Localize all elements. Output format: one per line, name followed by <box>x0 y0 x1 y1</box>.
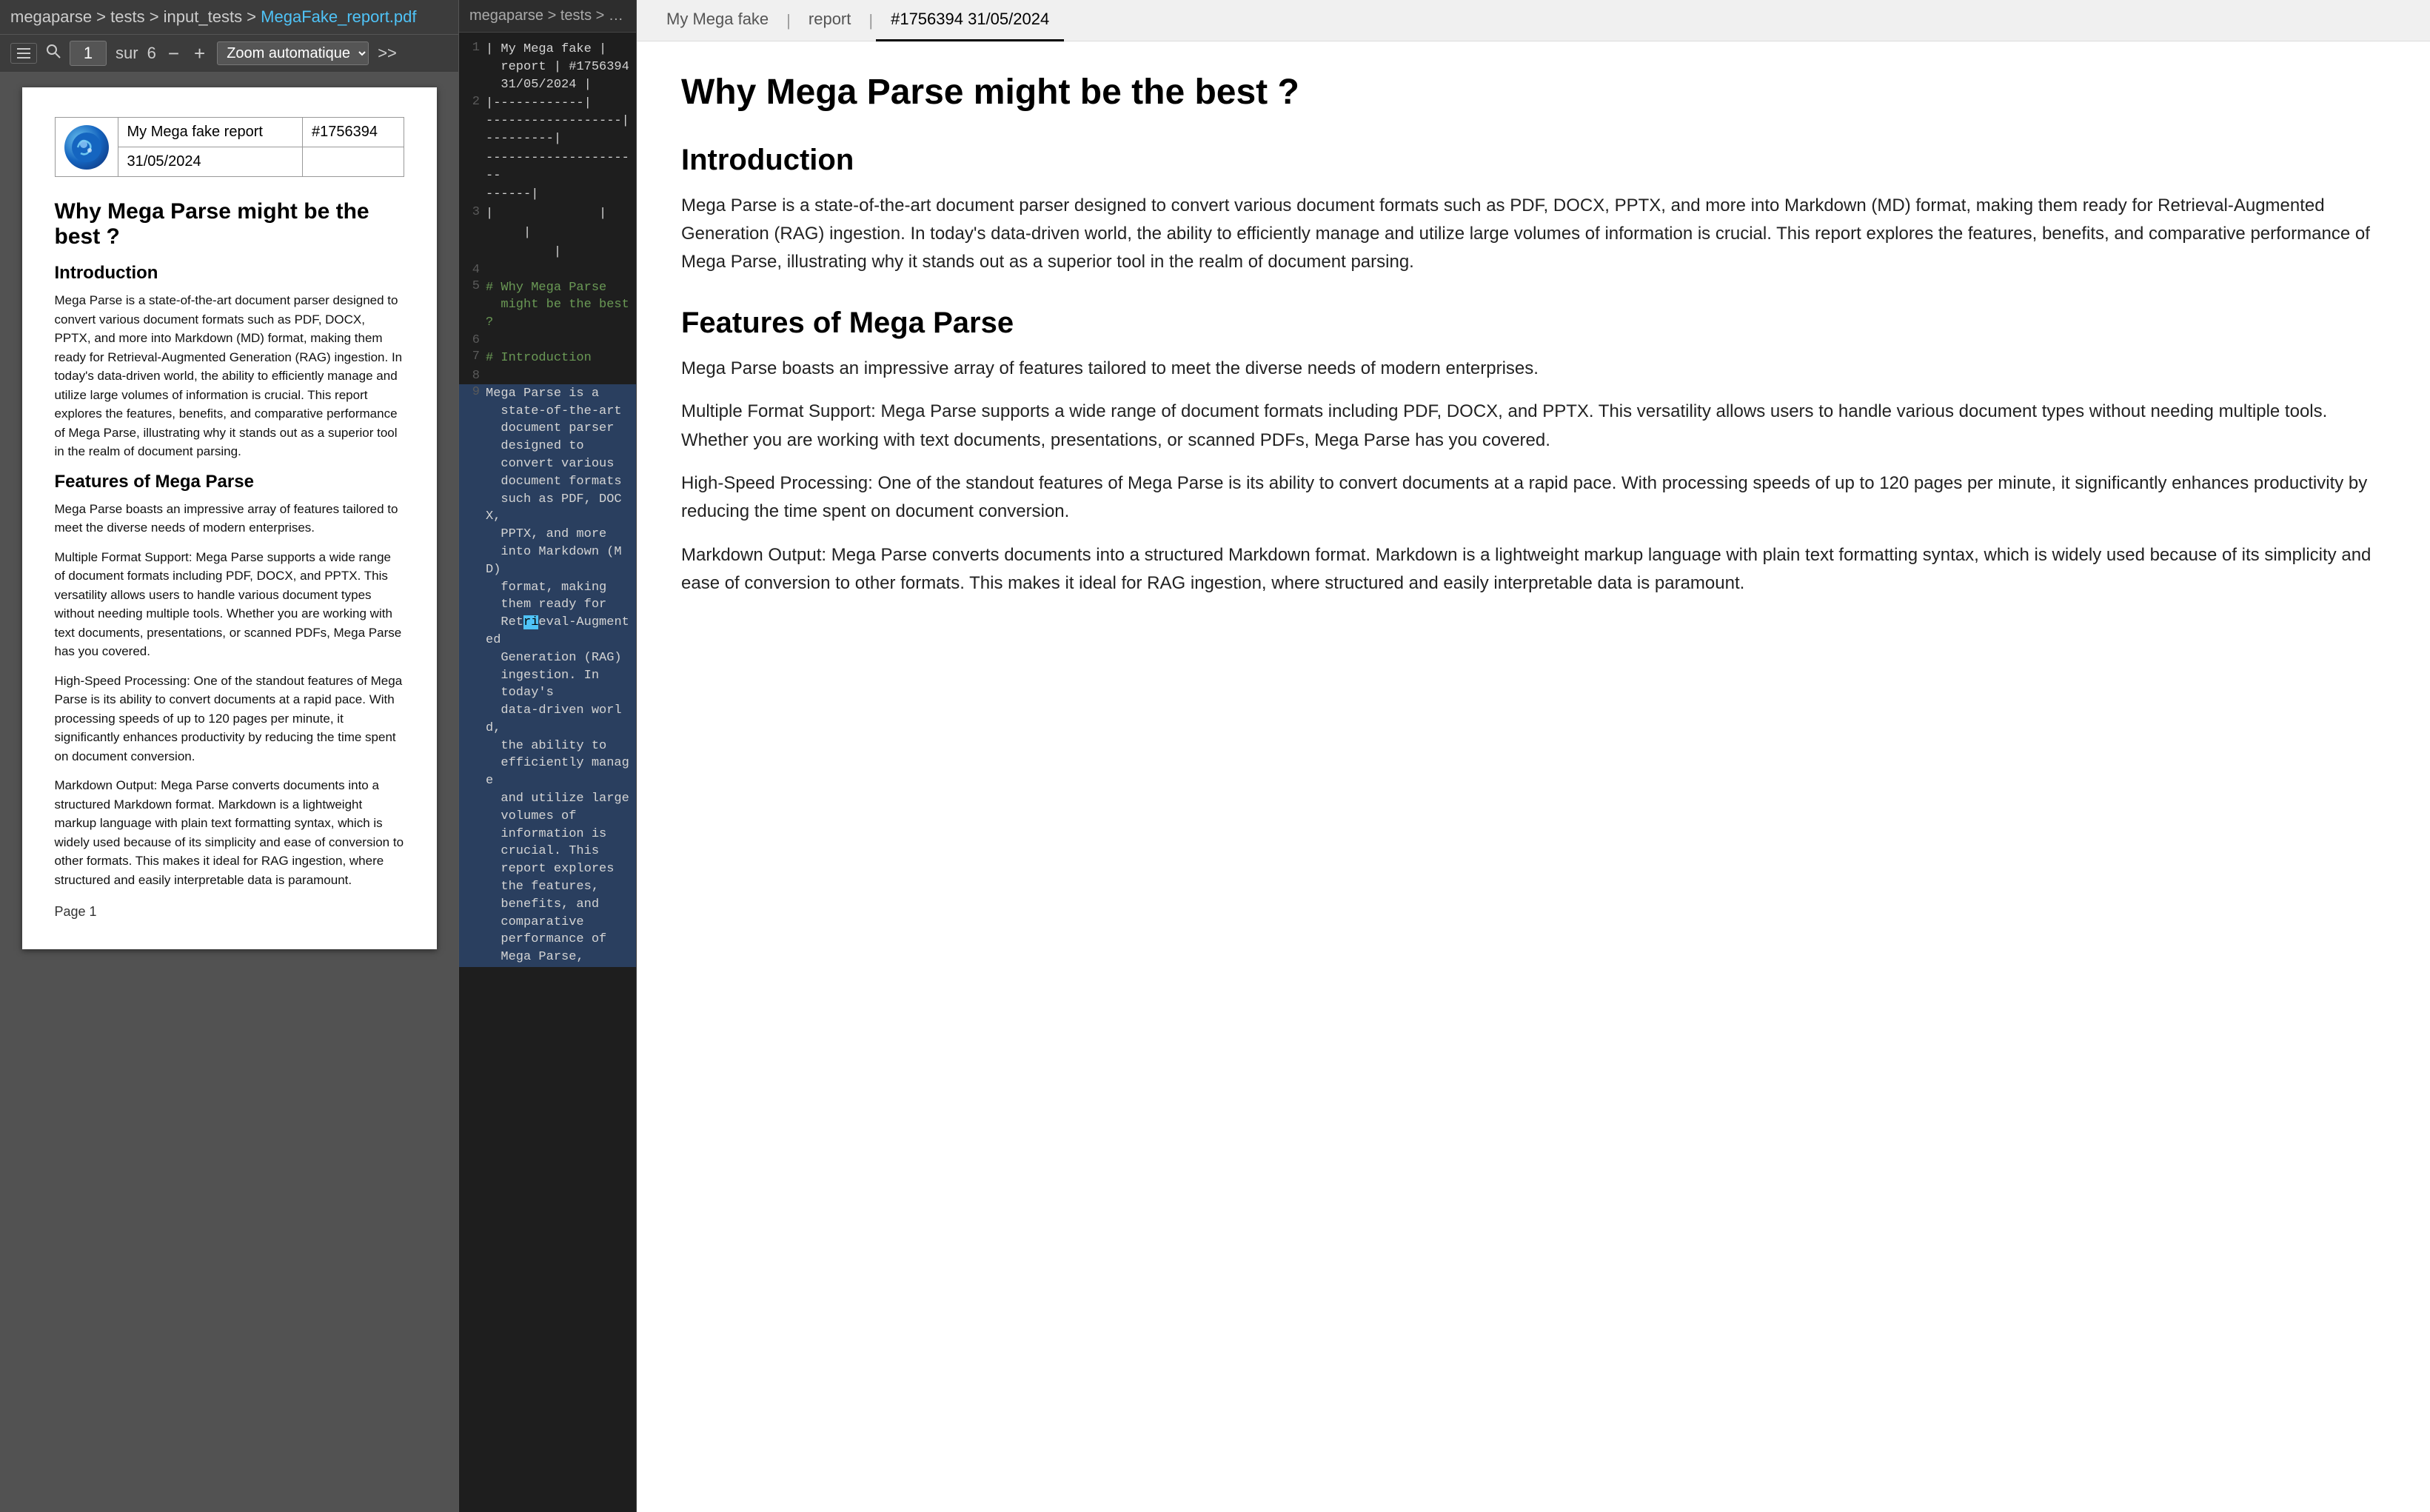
code-line-4: 4 <box>459 262 636 278</box>
zoom-select[interactable]: Zoom automatique 50% 75% 100% 125% 150% <box>217 41 369 65</box>
pdf-features-p3: High-Speed Processing: One of the stando… <box>55 672 404 766</box>
line-number: 1 <box>465 41 480 93</box>
pdf-controls-bar: sur 6 − + Zoom automatique 50% 75% 100% … <box>0 35 458 73</box>
markdown-content: Why Mega Parse might be the best ? Intro… <box>637 41 2430 1512</box>
markdown-features-p2: Multiple Format Support: Mega Parse supp… <box>681 398 2386 455</box>
pdf-features-p2: Multiple Format Support: Mega Parse supp… <box>55 548 404 661</box>
pdf-features-p1: Mega Parse boasts an impressive array of… <box>55 500 404 538</box>
line-text: Mega Parse is a state-of-the-art documen… <box>486 385 630 966</box>
code-breadcrumb: megaparse > tests > output_tests <box>459 0 636 33</box>
line-text: | <box>486 224 531 242</box>
markdown-features-p1: Mega Parse boasts an impressive array of… <box>681 355 2386 383</box>
pdf-features-heading: Features of Mega Parse <box>55 472 404 492</box>
pdf-report-title: My Mega fake report <box>118 118 303 147</box>
pdf-main-title: Why Mega Parse might be the best ? <box>55 199 404 250</box>
markdown-h2-intro: Introduction <box>681 144 2386 177</box>
search-button[interactable] <box>46 44 61 63</box>
pdf-breadcrumb-bar: megaparse > tests > input_tests > MegaFa… <box>0 0 458 35</box>
code-line-9: 9 Mega Parse is a state-of-the-art docum… <box>459 384 636 967</box>
pdf-breadcrumb: megaparse > tests > input_tests > MegaFa… <box>10 7 448 27</box>
line-number: 6 <box>465 333 480 348</box>
line-number <box>465 150 480 185</box>
markdown-intro-paragraph: Mega Parse is a state-of-the-art documen… <box>681 192 2386 277</box>
pdf-features-p4: Markdown Output: Mega Parse converts doc… <box>55 776 404 889</box>
pdf-logo <box>64 125 109 170</box>
code-line-6: 6 <box>459 332 636 349</box>
pdf-page-number: Page 1 <box>55 904 404 920</box>
line-text: | <box>486 244 561 261</box>
line-number: 8 <box>465 369 480 384</box>
line-text: ------| <box>486 186 538 204</box>
pdf-panel: megaparse > tests > input_tests > MegaFa… <box>0 0 459 1512</box>
line-text: # Why Mega Parse might be the best ? <box>486 279 630 332</box>
markdown-h1: Why Mega Parse might be the best ? <box>681 71 2386 114</box>
code-line-1: 1 | My Mega fake | report | #1756394 31/… <box>459 40 636 94</box>
pdf-intro-paragraph: Mega Parse is a state-of-the-art documen… <box>55 291 404 461</box>
sidebar-toggle-button[interactable] <box>10 43 37 64</box>
pdf-page: My Mega fake report #1756394 31/05/2024 … <box>22 87 437 949</box>
pdf-report-date: 31/05/2024 <box>118 147 303 177</box>
line-number <box>465 244 480 261</box>
markdown-tabs: My Mega fake | report | #1756394 31/05/2… <box>637 0 2430 41</box>
pdf-content: My Mega fake report #1756394 31/05/2024 … <box>0 73 458 1512</box>
code-line-cont: --------------------- <box>459 149 636 186</box>
code-content-area[interactable]: 1 | My Mega fake | report | #1756394 31/… <box>459 33 636 1512</box>
code-line-3c: | <box>459 243 636 262</box>
code-line-3b: | <box>459 224 636 243</box>
more-button[interactable]: >> <box>378 44 397 63</box>
line-text: | My Mega fake | report | #1756394 31/05… <box>486 41 629 93</box>
code-line-cont2: ------| <box>459 185 636 204</box>
markdown-panel: My Mega fake | report | #1756394 31/05/2… <box>637 0 2430 1512</box>
code-line-3: 3 | | <box>459 204 636 224</box>
code-line-2: 2 |------------|------------------|-----… <box>459 94 636 148</box>
line-number: 4 <box>465 263 480 278</box>
pdf-intro-heading: Introduction <box>55 263 404 284</box>
page-number-input[interactable] <box>70 41 107 66</box>
line-number: 9 <box>465 385 480 966</box>
line-number: 7 <box>465 349 480 367</box>
tab-separator: | <box>783 11 794 30</box>
tab-report[interactable]: report <box>794 0 866 41</box>
line-number: 3 <box>465 205 480 223</box>
markdown-features-p4: Markdown Output: Mega Parse converts doc… <box>681 541 2386 598</box>
line-number: 5 <box>465 279 480 332</box>
line-number: 2 <box>465 95 480 147</box>
code-line-7: 7 # Introduction <box>459 349 636 368</box>
line-number <box>465 224 480 242</box>
line-number <box>465 186 480 204</box>
markdown-h2-features: Features of Mega Parse <box>681 307 2386 340</box>
code-panel: megaparse > tests > output_tests 1 | My … <box>459 0 637 1512</box>
code-line-5: 5 # Why Mega Parse might be the best ? <box>459 278 636 332</box>
page-separator: sur <box>116 44 138 63</box>
pdf-header-table: My Mega fake report #1756394 31/05/2024 <box>55 117 404 177</box>
line-text: --------------------- <box>486 150 630 185</box>
page-total: 6 <box>147 44 156 63</box>
code-line-8: 8 <box>459 368 636 384</box>
tab-separator-2: | <box>866 11 876 30</box>
zoom-in-button[interactable]: + <box>191 42 208 65</box>
tab-my-mega-fake[interactable]: My Mega fake <box>652 0 783 41</box>
line-text: | | <box>486 205 606 223</box>
pdf-report-id: #1756394 <box>303 118 404 147</box>
line-text: # Introduction <box>486 349 592 367</box>
markdown-features-p3: High-Speed Processing: One of the stando… <box>681 469 2386 526</box>
line-text: |------------|------------------|-------… <box>486 95 629 147</box>
tab-id-date[interactable]: #1756394 31/05/2024 <box>876 0 1064 41</box>
zoom-out-button[interactable]: − <box>165 42 182 65</box>
